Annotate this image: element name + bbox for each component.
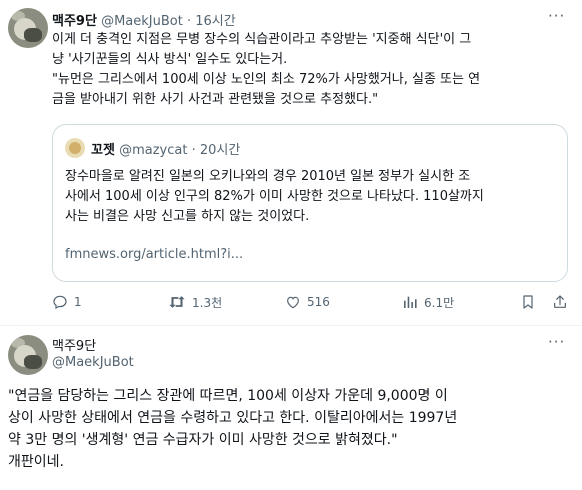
share-icon	[554, 295, 566, 308]
reply-button[interactable]: 1	[52, 292, 82, 312]
view-count: 6.1만	[424, 295, 455, 310]
author-handle[interactable]: @MaekJuBot	[101, 14, 183, 29]
avatar[interactable]	[8, 8, 48, 48]
quoted-author-handle[interactable]: @mazycat	[119, 143, 187, 158]
quoted-link[interactable]: fmnews.org/article.html?i...	[65, 247, 243, 262]
author-name[interactable]: 맥주9단	[52, 335, 96, 354]
tweet-text-line: 약 3만 명의 '생계형' 연금 수급자가 이미 사망한 것으로 밝혀졌다."	[8, 432, 398, 448]
timestamp[interactable]: · 16시간	[187, 14, 236, 29]
bookmark-icon	[523, 295, 533, 309]
action-bar: 1 1.3천 516 6.1만	[52, 292, 568, 312]
more-options-icon[interactable]: ···	[548, 333, 565, 351]
quoted-header: 꼬젯 @mazycat · 20시간	[91, 139, 240, 158]
quoted-text-line: 장수마을로 알려진 일본의 오키나와의 경우 2010년 일본 정부가 실시한 …	[65, 169, 471, 184]
quoted-text-line: 사는 비결은 사망 신고를 하지 않는 것이었다.	[65, 209, 310, 224]
bookmark-button[interactable]	[520, 292, 536, 312]
retweet-button[interactable]: 1.3천	[168, 292, 222, 312]
quoted-tweet[interactable]: 꼬젯 @mazycat · 20시간 장수마을로 알려진 일본의 오키나와의 경…	[52, 124, 568, 282]
quoted-text-line: 사에서 100세 이상 인구의 82%가 이미 사망한 것으로 나타났다. 11…	[65, 189, 484, 204]
tweet-text: 이게 더 충격인 지점은 무병 장수의 식습관이라고 추앙받는 '지중해 식단'…	[52, 30, 480, 110]
author-handle-text: @MaekJuBot	[52, 355, 134, 370]
tweet-thread-reply[interactable]: 맥주9단 @MaekJuBot ··· "연금을 담당하는 그리스 장관에 따르…	[0, 327, 582, 490]
share-button[interactable]	[552, 292, 568, 312]
quoted-text: 장수마을로 알려진 일본의 오키나와의 경우 2010년 일본 정부가 실시한 …	[65, 167, 484, 227]
tweet-text: "연금을 담당하는 그리스 장관에 따르면, 100세 이상자 가운데 9,00…	[8, 385, 578, 473]
views-button[interactable]: 6.1만	[402, 292, 454, 312]
tweet-text-line: 냥 '사기꾼들의 식사 방식' 일수도 있다는거.	[52, 52, 288, 67]
tweet-text-line: 이게 더 충격인 지점은 무병 장수의 식습관이라고 추앙받는 '지중해 식단'…	[52, 32, 472, 47]
avatar[interactable]	[8, 335, 48, 375]
reply-icon	[53, 295, 67, 310]
quoted-author-name[interactable]: 꼬젯	[91, 143, 115, 158]
reply-count: 1	[74, 295, 82, 309]
author-handle[interactable]: @MaekJuBot	[52, 355, 134, 370]
tweet-text-line: 상이 사망한 상태에서 연금을 수령하고 있다고 한다. 이탈리아에서는 199…	[8, 410, 458, 426]
views-chart-icon	[404, 296, 417, 308]
heart-icon	[287, 296, 299, 309]
like-count: 516	[307, 295, 330, 309]
author-name[interactable]: 맥주9단	[52, 14, 97, 29]
quoted-timestamp[interactable]: · 20시간	[192, 143, 241, 158]
tweet-text-line: "뉴먼은 그리스에서 100세 이상 노인의 최소 72%가 사망했거나, 실종…	[52, 72, 481, 87]
retweet-icon	[169, 296, 185, 308]
tweet-text-line: "연금을 담당하는 그리스 장관에 따르면, 100세 이상자 가운데 9,00…	[8, 388, 448, 404]
tweet-header: 맥주9단 @MaekJuBot · 16시간	[52, 10, 236, 29]
tweet-text-line: 금을 받아내기 위한 사기 사건과 관련됐을 것으로 추정했다."	[52, 92, 379, 107]
retweet-count: 1.3천	[192, 295, 223, 310]
more-options-icon[interactable]: ···	[548, 7, 565, 25]
tweet-text-line: 개판이네.	[8, 454, 64, 470]
tweet-main[interactable]: 맥주9단 @MaekJuBot · 16시간 ··· 이게 더 충격인 지점은 …	[0, 0, 582, 326]
quoted-avatar[interactable]	[65, 138, 85, 158]
like-button[interactable]: 516	[285, 292, 330, 312]
